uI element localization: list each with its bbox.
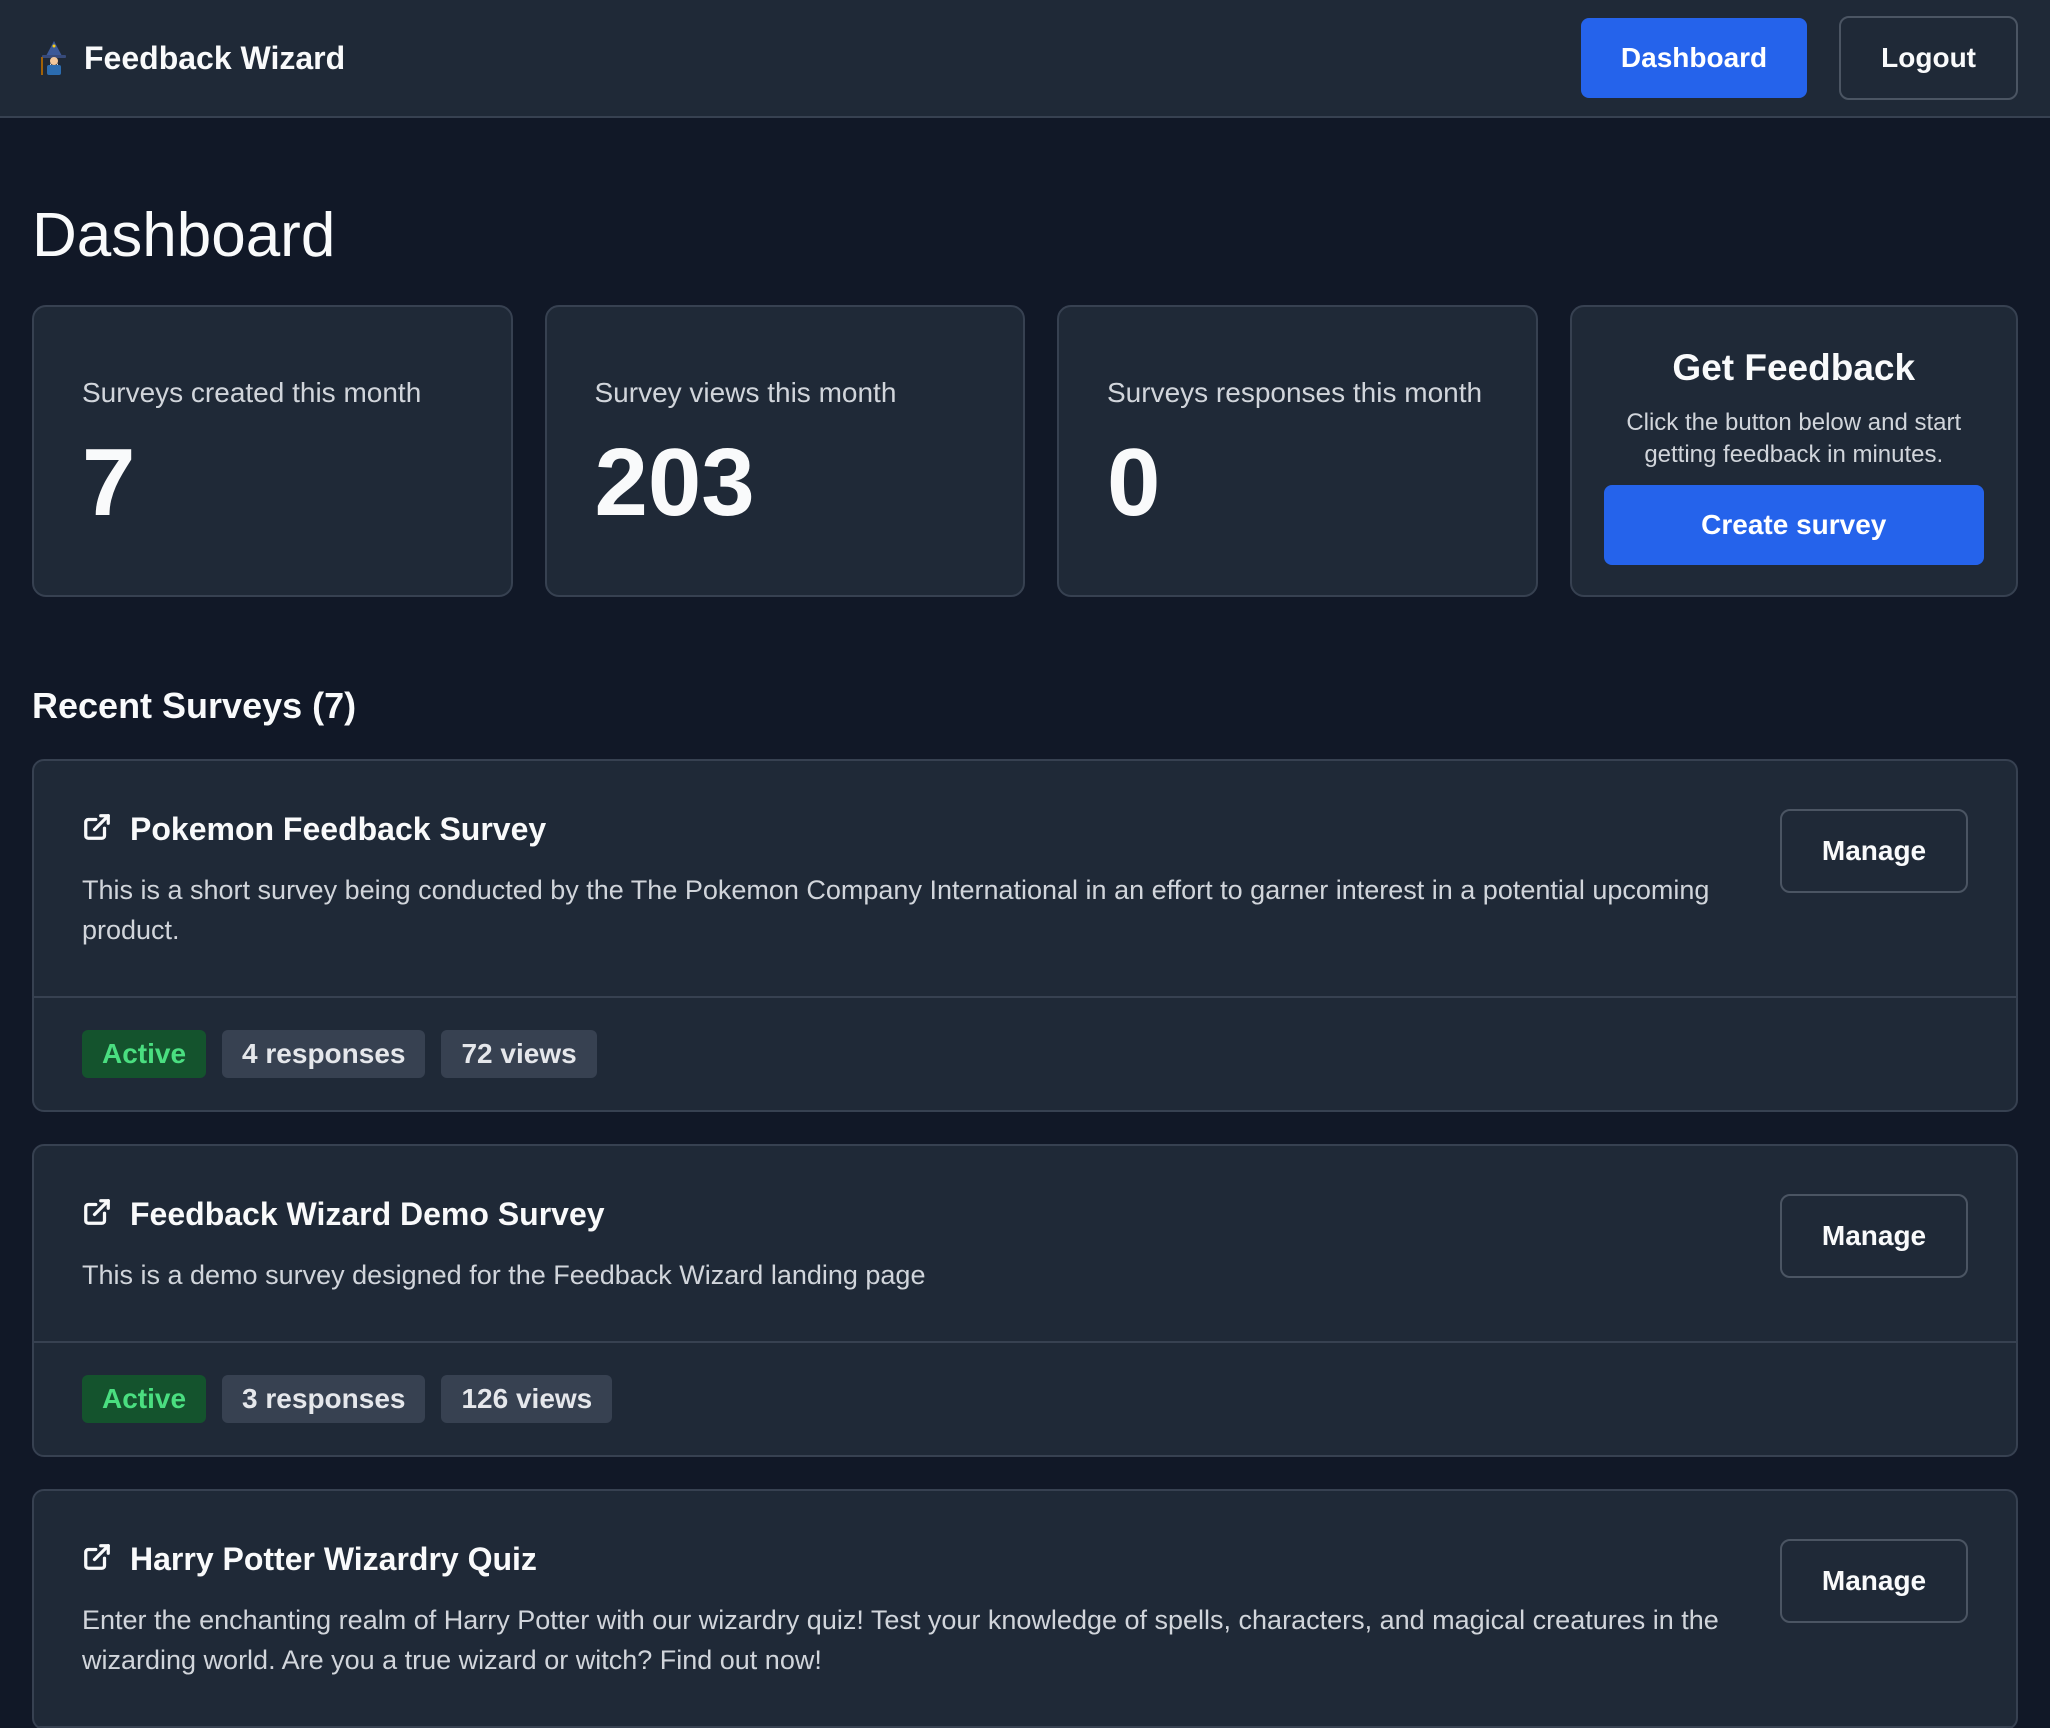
external-link-icon[interactable] xyxy=(82,1197,112,1232)
survey-info: Feedback Wizard Demo Survey This is a de… xyxy=(82,1196,1780,1295)
stat-label: Survey views this month xyxy=(594,377,897,408)
manage-button[interactable]: Manage xyxy=(1780,1194,1968,1278)
survey-description: This is a demo survey designed for the F… xyxy=(82,1260,926,1290)
logout-button[interactable]: Logout xyxy=(1839,16,2018,100)
responses-badge: 4 responses xyxy=(222,1030,426,1078)
survey-badges: Active 4 responses 72 views xyxy=(34,998,2016,1110)
survey-header: Harry Potter Wizardry Quiz Enter the enc… xyxy=(34,1491,2016,1728)
stat-card-surveys-created: Surveys created this month 7 xyxy=(32,305,513,597)
views-badge: 126 views xyxy=(441,1375,613,1423)
survey-title[interactable]: Feedback Wizard Demo Survey xyxy=(130,1196,605,1233)
survey-title-row: Harry Potter Wizardry Quiz xyxy=(82,1541,1732,1578)
views-badge: 72 views xyxy=(441,1030,597,1078)
stat-card-survey-responses: Surveys responses this month 0 xyxy=(1057,305,1538,597)
survey-title[interactable]: Harry Potter Wizardry Quiz xyxy=(130,1541,537,1578)
survey-card: Pokemon Feedback Survey This is a short … xyxy=(32,759,2018,1112)
stat-label: Surveys created this month xyxy=(82,377,422,408)
brand-name: Feedback Wizard xyxy=(84,39,346,76)
survey-info: Pokemon Feedback Survey This is a short … xyxy=(82,811,1780,950)
page-title: Dashboard xyxy=(32,201,336,270)
get-feedback-title: Get Feedback xyxy=(1672,347,1916,388)
brand[interactable]: Feedback Wizard xyxy=(38,40,345,77)
survey-title-row: Pokemon Feedback Survey xyxy=(82,811,1732,848)
main-content: Dashboard Surveys created this month 7 S… xyxy=(0,200,2050,1728)
stat-value: 203 xyxy=(594,429,755,536)
get-feedback-text: Click the button below and start getting… xyxy=(1626,409,1962,468)
status-badge: Active xyxy=(82,1030,207,1078)
status-badge: Active xyxy=(82,1375,207,1423)
survey-description: This is a short survey being conducted b… xyxy=(82,875,1710,945)
external-link-icon[interactable] xyxy=(82,1542,112,1577)
get-feedback-card: Get Feedback Click the button below and … xyxy=(1569,305,2018,597)
external-link-icon[interactable] xyxy=(82,812,112,847)
survey-info: Harry Potter Wizardry Quiz Enter the enc… xyxy=(82,1541,1780,1680)
dashboard-button[interactable]: Dashboard xyxy=(1580,18,1808,98)
nav-actions: Dashboard Logout xyxy=(1580,16,2018,100)
survey-header: Pokemon Feedback Survey This is a short … xyxy=(34,761,2016,998)
stat-value: 7 xyxy=(82,429,136,536)
survey-description: Enter the enchanting realm of Harry Pott… xyxy=(82,1605,1719,1675)
survey-header: Feedback Wizard Demo Survey This is a de… xyxy=(34,1146,2016,1343)
create-survey-button[interactable]: Create survey xyxy=(1603,485,1984,565)
survey-card: Feedback Wizard Demo Survey This is a de… xyxy=(32,1144,2018,1457)
manage-button[interactable]: Manage xyxy=(1780,809,1968,893)
survey-title-row: Feedback Wizard Demo Survey xyxy=(82,1196,1732,1233)
survey-title[interactable]: Pokemon Feedback Survey xyxy=(130,811,546,848)
survey-card: Harry Potter Wizardry Quiz Enter the enc… xyxy=(32,1489,2018,1728)
navbar: Feedback Wizard Dashboard Logout xyxy=(0,0,2050,118)
stats-row: Surveys created this month 7 Survey view… xyxy=(32,305,2018,597)
recent-surveys-title: Recent Surveys (7) xyxy=(32,685,357,726)
wizard-icon xyxy=(38,40,70,76)
stat-card-survey-views: Survey views this month 203 xyxy=(544,305,1025,597)
stat-value: 0 xyxy=(1107,429,1161,536)
survey-badges: Active 3 responses 126 views xyxy=(34,1343,2016,1455)
responses-badge: 3 responses xyxy=(222,1375,426,1423)
stat-label: Surveys responses this month xyxy=(1107,377,1483,408)
manage-button[interactable]: Manage xyxy=(1780,1539,1968,1623)
